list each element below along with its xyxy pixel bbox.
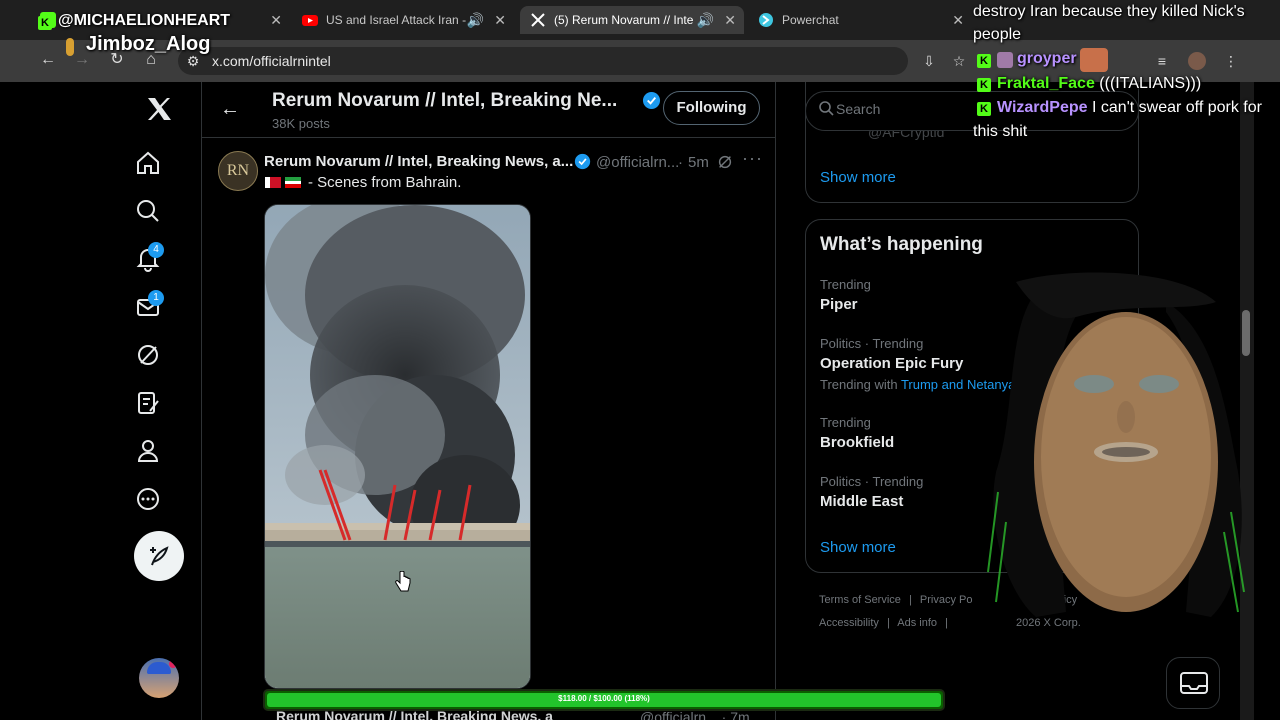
profile-header: ← Rerum Novarum // Intel, Breaking Ne...… <box>202 82 775 138</box>
emote-icon <box>1080 48 1108 72</box>
speaker-icon[interactable]: 🔊 <box>467 12 484 29</box>
post-text: - Scenes from Bahrain. <box>308 174 462 191</box>
menu-icon[interactable]: ⋮ <box>1222 52 1240 70</box>
post-video-thumbnail[interactable] <box>264 204 531 689</box>
lists-icon[interactable] <box>134 389 162 417</box>
privacy-link[interactable]: Privacy Po <box>920 594 973 606</box>
tab-youtube[interactable]: US and Israel Attack Iran - L 🔊 ✕ <box>292 6 514 34</box>
ads-info-link[interactable]: Ads info <box>897 617 937 629</box>
cap-shape <box>147 662 171 674</box>
grok-icon[interactable] <box>134 341 162 369</box>
post-more-button[interactable]: ··· <box>742 148 763 169</box>
kick-icon: K <box>977 102 991 116</box>
media-control-icon[interactable]: ≡ <box>1153 52 1171 70</box>
flags-emoji-icon <box>265 177 301 188</box>
account-avatar[interactable] <box>139 658 179 698</box>
post-author-avatar[interactable]: RN <box>218 151 258 191</box>
flame-icon <box>66 38 74 56</box>
close-tab-icon[interactable]: ✕ <box>494 12 506 29</box>
envelope-icon <box>1180 672 1208 694</box>
chat-message: this shit <box>973 123 1028 140</box>
trend-item-piper[interactable]: Piper <box>820 296 858 313</box>
accessibility-link[interactable]: Accessibility <box>819 617 879 629</box>
verified-badge-icon <box>574 153 591 170</box>
url-text[interactable]: x.com/officialrnintel <box>212 53 331 69</box>
post-time[interactable]: 5m <box>688 154 709 171</box>
trend-meta: Politics · Trending <box>820 474 924 489</box>
close-tab-icon[interactable]: ✕ <box>952 12 964 29</box>
screen: ✕ US and Israel Attack Iran - L 🔊 ✕ (5) … <box>0 0 1280 720</box>
avatar-dot <box>169 660 177 668</box>
powerchat-icon <box>759 13 773 27</box>
donation-goal-text: $118.00 / $100.00 (118%) <box>558 694 650 703</box>
profile-name: Rerum Novarum // Intel, Breaking Ne... <box>272 90 618 111</box>
vtuber-potato-avatar <box>987 272 1245 617</box>
trend-meta: Politics · Trending <box>820 336 924 351</box>
kick-icon: K <box>977 54 991 68</box>
show-more-link[interactable]: Show more <box>820 169 896 186</box>
kick-icon: K <box>38 16 52 30</box>
whats-happening-title: What’s happening <box>820 234 983 255</box>
explore-search-icon[interactable] <box>134 197 162 225</box>
post-author-name[interactable]: Rerum Novarum // Intel, Breaking News, a… <box>264 153 573 170</box>
close-tab-icon[interactable]: ✕ <box>724 12 736 29</box>
post-separator: · <box>678 154 683 171</box>
feather-plus-icon <box>150 546 169 566</box>
chat-message: destroy Iran because they killed Nick's <box>973 3 1245 20</box>
bookmark-star-icon[interactable]: ☆ <box>950 52 968 70</box>
trend-item-operation-epic-fury[interactable]: Operation Epic Fury <box>820 355 963 372</box>
chat-message: WizardPepe I can't swear off pork for <box>997 99 1262 116</box>
youtube-icon <box>302 15 318 26</box>
overlay-username: @MICHAELIONHEART <box>58 12 231 29</box>
more-circle-icon[interactable] <box>134 485 162 513</box>
x-logo-icon[interactable] <box>145 95 173 123</box>
chat-badge-icon <box>997 52 1013 68</box>
install-icon[interactable]: ⇩ <box>920 52 938 70</box>
back-arrow-icon[interactable]: ← <box>220 98 240 121</box>
close-tab-icon[interactable]: ✕ <box>270 12 282 29</box>
back-icon[interactable]: ← <box>37 49 59 71</box>
donation-goal-bar: $118.00 / $100.00 (118%) <box>263 689 945 711</box>
verified-badge-icon <box>642 91 661 110</box>
post-author-handle[interactable]: @officialrn... <box>596 154 679 171</box>
notifications-badge: 4 <box>148 242 164 258</box>
following-button[interactable]: Following <box>663 91 760 125</box>
home-nav-icon[interactable] <box>134 149 162 177</box>
speaker-icon[interactable]: 🔊 <box>697 12 714 29</box>
tab-x-active[interactable]: (5) Rerum Novarum // Intel 🔊 ✕ <box>520 6 744 34</box>
messages-badge: 1 <box>148 290 164 306</box>
post-count: 38K posts <box>272 116 330 131</box>
hand-cursor-icon <box>395 571 411 592</box>
trend-item-brookfield[interactable]: Brookfield <box>820 434 894 451</box>
terms-link[interactable]: Terms of Service <box>819 594 901 606</box>
tab-powerchat[interactable]: Powerchat ✕ <box>748 6 972 34</box>
chat-message: people <box>973 26 1022 43</box>
messages-drawer-button[interactable] <box>1166 657 1220 709</box>
show-more-link[interactable]: Show more <box>820 539 896 556</box>
profile-timeline: ← Rerum Novarum // Intel, Breaking Ne...… <box>201 82 776 720</box>
x-icon <box>531 13 545 27</box>
compose-post-button[interactable] <box>134 531 184 581</box>
trend-meta: Trending <box>820 277 871 292</box>
chat-message: Fraktal_Face (((ITALIANS))) <box>997 75 1202 92</box>
trend-item-middle-east[interactable]: Middle East <box>820 493 903 510</box>
search-icon <box>819 101 834 116</box>
trend-meta: Trending <box>820 415 871 430</box>
bahrain-smoke-image <box>265 205 530 688</box>
profile-icon[interactable] <box>1188 52 1206 70</box>
profile-person-icon[interactable] <box>134 437 162 465</box>
grok-icon[interactable] <box>716 153 734 171</box>
overlay-username-2: Jimboz_Alog <box>86 33 211 55</box>
search-placeholder: Search <box>836 101 881 117</box>
kick-icon: K <box>977 78 991 92</box>
chat-message: groyper <box>1017 50 1077 67</box>
